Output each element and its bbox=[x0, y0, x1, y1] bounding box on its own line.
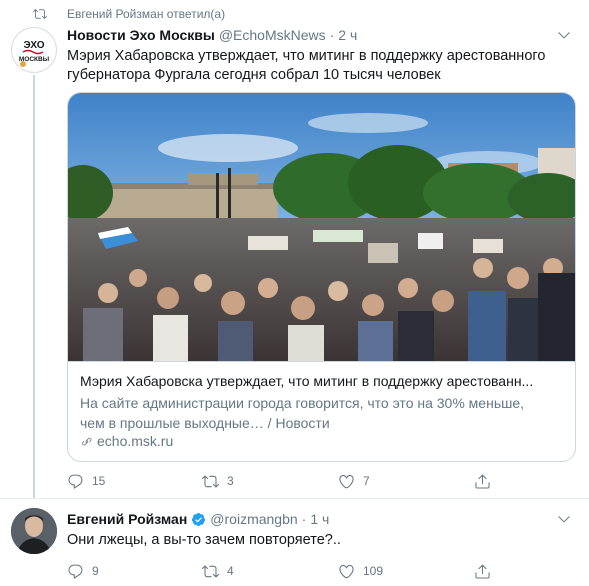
reply-count: 15 bbox=[92, 474, 106, 488]
card-description-line: На сайте администрации города говорится,… bbox=[80, 395, 525, 411]
tweet-header: Новости Эхо Москвы @EchoMskNews · 2 ч bbox=[67, 26, 357, 44]
link-icon bbox=[82, 437, 92, 445]
author-handle[interactable]: @EchoMskNews bbox=[219, 27, 326, 43]
share-button[interactable] bbox=[474, 561, 499, 581]
author-name[interactable]: Новости Эхо Москвы bbox=[67, 27, 215, 43]
retweet-count: 4 bbox=[227, 564, 234, 578]
tweet-text: Мэрия Хабаровска утверждает, что митинг … bbox=[67, 47, 567, 85]
card-divider bbox=[68, 361, 575, 362]
card-domain: echo.msk.ru bbox=[80, 433, 173, 449]
verified-badge-icon bbox=[192, 512, 206, 526]
reply-count: 9 bbox=[92, 564, 99, 578]
reply-icon bbox=[68, 474, 83, 489]
like-button[interactable]: 109 bbox=[338, 561, 383, 581]
like-count: 109 bbox=[363, 564, 384, 578]
retweet-button[interactable]: 3 bbox=[202, 471, 234, 491]
retweet-icon bbox=[202, 565, 219, 577]
rally-crowd-photo bbox=[68, 93, 575, 361]
avatar[interactable]: ЭХО МОСКВЫ bbox=[11, 27, 57, 73]
reply-icon bbox=[68, 564, 83, 579]
card-description: На сайте администрации города говорится,… bbox=[80, 393, 560, 433]
heart-icon bbox=[339, 474, 354, 488]
retweet-icon bbox=[202, 475, 219, 487]
avatar-logo-top: ЭХО bbox=[23, 40, 44, 51]
tweet-actions: 9 4 109 bbox=[67, 561, 577, 581]
reply-button[interactable]: 9 bbox=[67, 561, 99, 581]
share-button[interactable] bbox=[474, 471, 499, 491]
heart-icon bbox=[339, 564, 354, 578]
tweet-divider bbox=[0, 498, 589, 499]
tweet-timestamp[interactable]: 2 ч bbox=[338, 27, 357, 43]
retweet-button[interactable]: 4 bbox=[202, 561, 234, 581]
like-count: 7 bbox=[363, 474, 370, 488]
like-button[interactable]: 7 bbox=[338, 471, 370, 491]
share-icon bbox=[475, 564, 490, 579]
tweet-text-line: губернатора Фургала сегодня собрал 10 ты… bbox=[67, 67, 441, 83]
share-icon bbox=[475, 474, 490, 489]
card-domain-text: echo.msk.ru bbox=[97, 433, 174, 449]
retweet-icon bbox=[33, 9, 47, 19]
tweet-text: Они лжецы, а вы-то зачем повторяете?.. bbox=[67, 532, 341, 548]
reply-button[interactable]: 15 bbox=[67, 471, 105, 491]
author-name[interactable]: Евгений Ройзман bbox=[67, 511, 187, 527]
thread-connector-line bbox=[33, 75, 35, 498]
author-handle[interactable]: @roizmangbn bbox=[210, 511, 297, 527]
chevron-down-icon[interactable] bbox=[556, 27, 572, 43]
retweet-context: Евгений Ройзман ответил(а) bbox=[33, 6, 225, 22]
card-description-line: чем в прошлые выходные… / Новости bbox=[80, 415, 330, 431]
tweet-actions: 15 3 7 bbox=[67, 471, 577, 491]
link-card[interactable]: Мэрия Хабаровска утверждает, что митинг … bbox=[67, 92, 576, 462]
separator-dot: · bbox=[301, 511, 307, 527]
tweet-header: Евгений Ройзман @roizmangbn · 1 ч bbox=[67, 510, 329, 528]
avatar[interactable] bbox=[11, 508, 57, 554]
tweet-text-line: Мэрия Хабаровска утверждает, что митинг … bbox=[67, 48, 546, 64]
retweet-context-text[interactable]: Евгений Ройзман ответил(а) bbox=[67, 7, 225, 21]
tweet-timestamp[interactable]: 1 ч bbox=[310, 511, 329, 527]
retweet-count: 3 bbox=[227, 474, 234, 488]
card-title: Мэрия Хабаровска утверждает, что митинг … bbox=[80, 373, 534, 389]
chevron-down-icon[interactable] bbox=[556, 511, 572, 527]
separator-dot: · bbox=[329, 27, 335, 43]
